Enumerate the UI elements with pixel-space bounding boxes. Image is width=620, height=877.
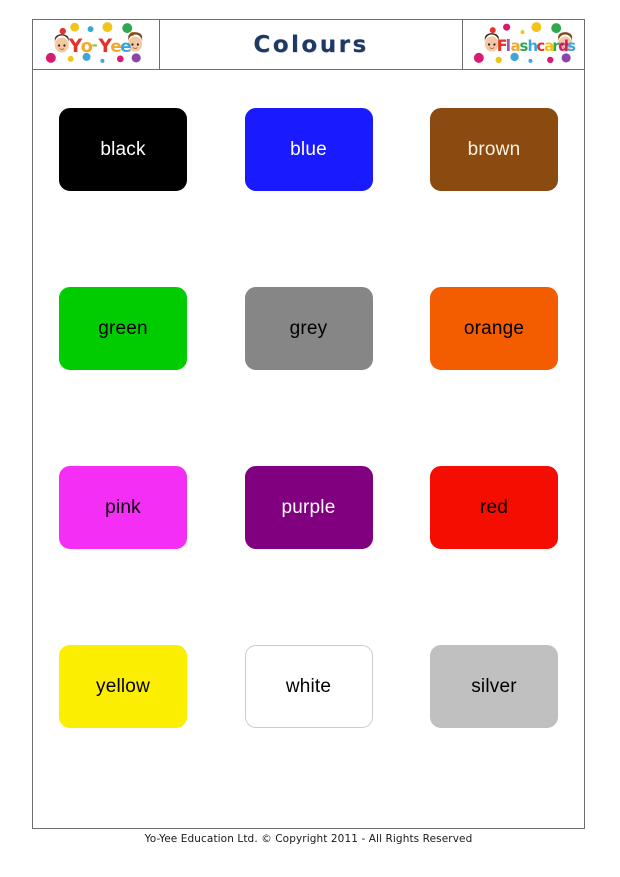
flashcards-logo-cell: F l a s h c a r d s Flashcards (462, 20, 584, 69)
colour-card-label: brown (467, 139, 521, 160)
colour-card-label: silver (471, 676, 517, 697)
colour-card-label: purple (281, 497, 336, 518)
colour-card-orange[interactable]: orange (430, 287, 558, 370)
colour-card-brown[interactable]: brown (430, 108, 558, 191)
colour-card-green[interactable]: green (59, 287, 187, 370)
flashcards-logo-icon: F l a s h c a r d s (473, 22, 576, 64)
colour-card-yellow[interactable]: yellow (59, 645, 187, 728)
yo-yee-logo-cell: Y o - Y e e Yo-Yee (33, 20, 160, 69)
card-row: pink purple red (59, 466, 558, 549)
svg-text:s: s (567, 37, 576, 55)
page-title: Colours (253, 31, 369, 58)
colour-card-label: orange (463, 318, 525, 339)
colour-card-silver[interactable]: silver (430, 645, 558, 728)
colour-card-blue[interactable]: blue (244, 108, 373, 191)
card-row: yellow white silver (59, 645, 558, 728)
colour-card-label: black (100, 139, 146, 160)
colour-card-label: green (98, 318, 148, 339)
colour-card-label: grey (289, 318, 328, 339)
colour-card-label: red (479, 497, 509, 518)
colour-card-black[interactable]: black (59, 108, 187, 191)
colour-card-grey[interactable]: grey (244, 287, 373, 370)
colour-card-label: blue (290, 139, 327, 160)
colour-card-label: yellow (96, 676, 150, 697)
page-title-cell: Colours (160, 20, 462, 69)
colour-card-grid: black blue brown green grey orange pink purple r… (33, 70, 584, 728)
colour-card-white[interactable]: white (244, 645, 373, 728)
yo-yee-logo-icon: Y o - Y e e (45, 22, 143, 63)
svg-text:-: - (92, 36, 98, 54)
colour-card-label: white (285, 676, 332, 697)
svg-text:e: e (120, 36, 131, 56)
card-row: black blue brown (59, 108, 558, 191)
colour-card-red[interactable]: red (430, 466, 558, 549)
colour-card-label: pink (105, 497, 141, 518)
page-footer: Yo-Yee Education Ltd. © Copyright 2011 -… (144, 833, 473, 845)
colour-card-pink[interactable]: pink (59, 466, 187, 549)
page-header: Y o - Y e e Yo-Yee Colours (33, 20, 584, 70)
colour-card-purple[interactable]: purple (244, 466, 373, 549)
card-row: green grey orange (59, 287, 558, 370)
flashcard-page: Y o - Y e e Yo-Yee Colours (32, 19, 585, 829)
